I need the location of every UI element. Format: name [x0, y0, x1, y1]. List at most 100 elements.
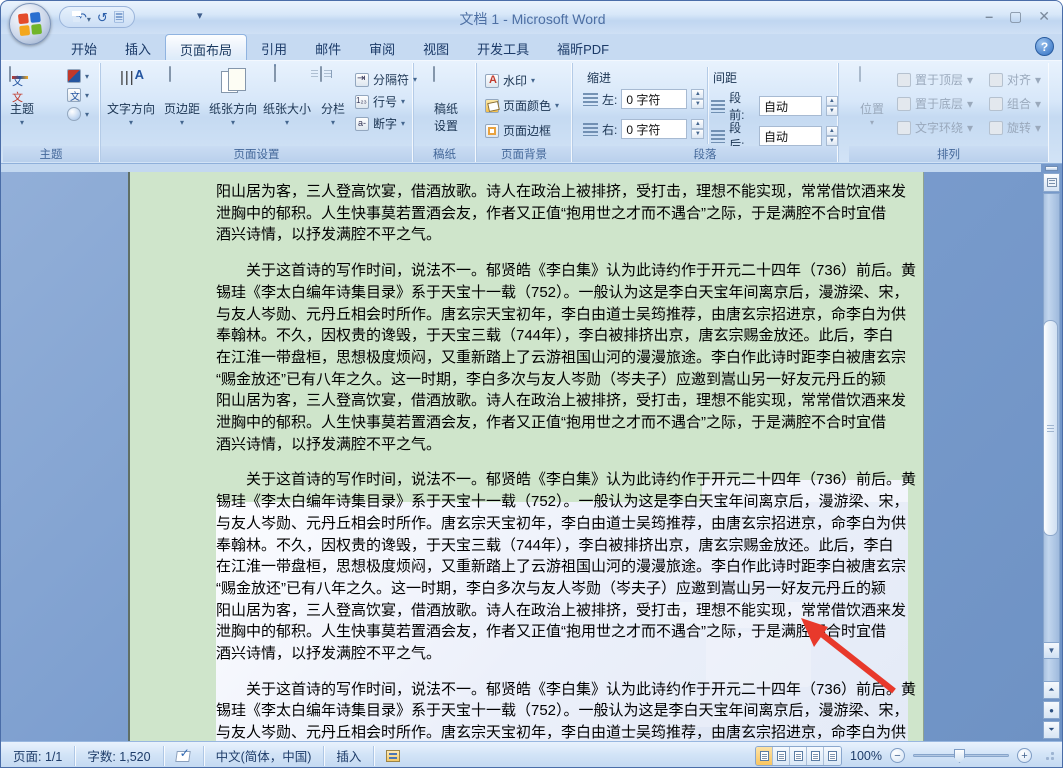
theme-fonts-button[interactable]: 文▾: [67, 88, 89, 102]
indent-left-spinner[interactable]: ▲▼: [691, 89, 704, 109]
indent-right-input[interactable]: 0 字符: [621, 119, 687, 139]
status-bar: 页面: 1/1 字数: 1,520 中文(简体，中国) 插入 100% − +: [1, 741, 1063, 768]
send-to-back-button[interactable]: 置于底层▾: [897, 95, 973, 112]
margins-button[interactable]: 页边距▾: [159, 67, 205, 127]
text-line: 阳山居为客，三人登高饮宴，借酒放歌。诗人在政治上被排挤，受打击，理想不能实现，常…: [216, 181, 806, 203]
columns-icon: [320, 66, 322, 82]
spacing-after-input[interactable]: 自动: [759, 126, 822, 146]
proofing-status[interactable]: [164, 746, 204, 766]
zoom-out-button[interactable]: −: [890, 748, 905, 763]
draft-view-button[interactable]: [824, 747, 841, 765]
text-line: 酒兴诗情，以抒发满腔不平之气。: [216, 224, 806, 246]
tab-insert[interactable]: 插入: [111, 34, 165, 60]
close-button[interactable]: ✕: [1038, 8, 1050, 25]
help-button[interactable]: ?: [1035, 37, 1054, 56]
spacing-before-input[interactable]: 自动: [759, 96, 822, 116]
zoom-level[interactable]: 100%: [850, 749, 882, 763]
tab-view[interactable]: 视图: [409, 34, 463, 60]
fullscreen-reading-view-button[interactable]: [773, 747, 790, 765]
rotate-button[interactable]: 旋转▾: [989, 119, 1041, 136]
theme-colors-button[interactable]: ▾: [67, 69, 89, 83]
theme-fonts-icon: 文: [67, 88, 81, 102]
tab-mailings[interactable]: 邮件: [301, 34, 355, 60]
indent-left-icon: [583, 93, 598, 106]
text-wrapping-icon: [897, 121, 911, 135]
scrollbar-thumb[interactable]: [1043, 320, 1058, 536]
group-paragraph: 缩进 左: 0 字符 ▲▼ 右: 0 字符 ▲▼ 间距 段前: 自动 ▲▼: [573, 63, 839, 162]
scroll-down-button[interactable]: ▼: [1043, 642, 1060, 659]
bring-to-front-button[interactable]: 置于顶层▾: [897, 71, 973, 88]
title-bar: ↶▾ ↺ 🗏 ▾ 文档 1 - Microsoft Word – ▢ ✕: [1, 1, 1063, 34]
group-page-setup: 文字方向▾ 页边距▾ 纸张方向▾ 纸张大小▾ 分栏▾ 分隔符▾ 行号▾ 断字: [101, 63, 414, 162]
next-page-button[interactable]: ⏷: [1043, 721, 1060, 739]
split-handle[interactable]: [1045, 166, 1058, 171]
columns-button[interactable]: 分栏▾: [315, 67, 351, 127]
watermark-button[interactable]: 水印▾: [485, 72, 559, 89]
indent-right-icon: [583, 123, 598, 136]
word-count[interactable]: 字数: 1,520: [75, 746, 163, 766]
spacing-before-label: 段前:: [729, 89, 755, 123]
tab-home[interactable]: 开始: [57, 34, 111, 60]
text-direction-icon: [118, 67, 144, 97]
group-button[interactable]: 组合▾: [989, 95, 1041, 112]
spacing-before-spinner[interactable]: ▲▼: [826, 96, 838, 116]
text-line: 阳山居为客，三人登高饮宴，借酒放歌。诗人在政治上被排挤，受打击，理想不能实现，常…: [216, 600, 806, 622]
line-numbers-button[interactable]: 行号▾: [355, 93, 417, 110]
theme-effects-icon: [67, 107, 81, 121]
macro-record-button[interactable]: [374, 746, 412, 766]
restore-button[interactable]: ▢: [1009, 8, 1022, 25]
paper-size-button[interactable]: 纸张大小▾: [261, 67, 313, 127]
zoom-slider[interactable]: [913, 754, 1009, 757]
indent-right-spinner[interactable]: ▲▼: [691, 119, 704, 139]
page-color-button[interactable]: 页面颜色▾: [485, 97, 559, 114]
zoom-in-button[interactable]: +: [1017, 748, 1032, 763]
tab-developer[interactable]: 开发工具: [463, 34, 543, 60]
text-line: 与友人岑勋、元丹丘相会时所作。唐玄宗天宝初年，李白由道士吴筠推荐，由唐玄宗招进京…: [216, 722, 806, 741]
breaks-button[interactable]: 分隔符▾: [355, 71, 417, 88]
spacing-after-spinner[interactable]: ▲▼: [826, 126, 838, 146]
resize-grip[interactable]: [1046, 752, 1054, 760]
hyphenation-button[interactable]: 断字▾: [355, 115, 417, 132]
ruler-toggle-button[interactable]: [1043, 173, 1060, 192]
orientation-button[interactable]: 纸张方向▾: [207, 67, 259, 127]
tab-review[interactable]: 审阅: [355, 34, 409, 60]
web-layout-view-button[interactable]: [790, 747, 807, 765]
page-borders-button[interactable]: 页面边框: [485, 122, 559, 139]
group-manuscript: 稿纸 设置 稿纸: [414, 63, 477, 162]
document-page[interactable]: 阳山居为客，三人登高饮宴，借酒放歌。诗人在政治上被排挤，受打击，理想不能实现，常…: [128, 172, 924, 741]
outline-view-button[interactable]: [807, 747, 824, 765]
tab-references[interactable]: 引用: [247, 34, 301, 60]
text-line: 在江淮一带盘桓，思想极度烦闷，又重新踏上了云游祖国山河的漫漫旅途。李白作此诗时距…: [216, 347, 806, 369]
macro-icon: [386, 750, 400, 762]
theme-effects-button[interactable]: ▾: [67, 107, 89, 121]
minimize-button[interactable]: –: [985, 8, 993, 25]
previous-page-button[interactable]: ⏶: [1043, 681, 1060, 699]
language-indicator[interactable]: 中文(简体，中国): [204, 746, 325, 766]
position-button[interactable]: 位置▾: [855, 67, 889, 127]
word-window: ↶▾ ↺ 🗏 ▾ 文档 1 - Microsoft Word – ▢ ✕ 开始 …: [0, 0, 1063, 768]
text-wrapping-button[interactable]: 文字环绕▾: [897, 119, 973, 136]
document-area: 阳山居为客，三人登高饮宴，借酒放歌。诗人在政治上被排挤，受打击，理想不能实现，常…: [1, 164, 1063, 741]
zoom-slider-thumb[interactable]: [954, 749, 965, 763]
send-to-back-icon: [897, 97, 911, 111]
spacing-before-icon: [711, 100, 725, 113]
print-layout-view-button[interactable]: [756, 747, 773, 765]
text-direction-button[interactable]: 文字方向▾: [105, 67, 157, 127]
text-line: 关于这首诗的写作时间，说法不一。郁贤皓《李白集》认为此诗约作于开元二十四年（73…: [216, 679, 806, 701]
page-indicator[interactable]: 页面: 1/1: [1, 746, 75, 766]
manuscript-setup-button[interactable]: 稿纸 设置: [424, 67, 468, 134]
align-button[interactable]: 对齐▾: [989, 71, 1041, 88]
text-line: 奉翰林。不久，因权贵的谗毁，于天宝三载（744年），李白被排挤出京，唐玄宗赐金放…: [216, 535, 806, 557]
scrollbar-track[interactable]: [1043, 193, 1060, 693]
text-line: 与友人岑勋、元丹丘相会时所作。唐玄宗天宝初年，李白由道士吴筠推荐，由唐玄宗招进京…: [216, 304, 806, 326]
group-label-page-background: 页面背景: [477, 146, 571, 162]
insert-mode-indicator[interactable]: 插入: [324, 746, 374, 766]
tab-foxit-pdf[interactable]: 福昕PDF: [543, 34, 623, 60]
themes-button[interactable]: 文文 主题▾: [9, 67, 35, 127]
group-page-background: 水印▾ 页面颜色▾ 页面边框 页面背景: [477, 63, 573, 162]
tab-page-layout[interactable]: 页面布局: [165, 34, 247, 60]
select-browse-object-button[interactable]: ●: [1043, 701, 1060, 719]
office-button[interactable]: [9, 3, 51, 45]
indent-left-input[interactable]: 0 字符: [621, 89, 687, 109]
hyphenation-icon: [355, 117, 369, 131]
